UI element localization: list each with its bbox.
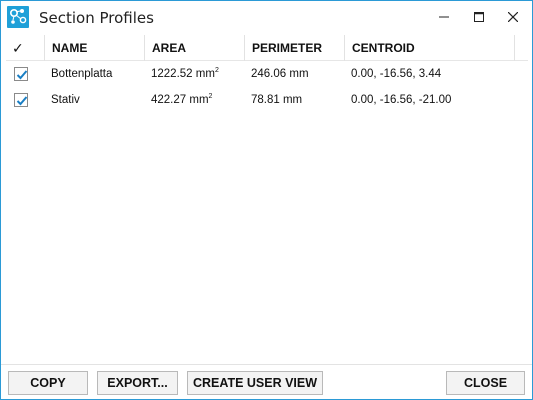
row-area-unit-exponent: 2 (208, 93, 213, 101)
checkmark-icon (16, 70, 28, 80)
column-header-filler (515, 35, 528, 61)
row-name: Bottenplatta (51, 68, 113, 80)
dialog-footer: COPY EXPORT... CREATE USER VIEW CLOSE (1, 364, 532, 399)
table-header: ✓ NAME AREA PERIMETER CENTROID (6, 35, 528, 61)
row-centroid: 0.00, -16.56, -21.00 (351, 94, 452, 106)
copy-button[interactable]: COPY (8, 371, 88, 395)
row-area-value: 1222.52 mm (151, 68, 215, 80)
column-header-area[interactable]: AREA (145, 35, 245, 61)
row-area-unit-exponent: 2 (214, 67, 219, 75)
app-logo-icon (7, 6, 29, 28)
table-row[interactable]: Bottenplatta 1222.52 mm2 246.06 mm 0.00,… (6, 61, 528, 87)
row-name: Stativ (51, 94, 80, 106)
section-profiles-table: ✓ NAME AREA PERIMETER CENTROID Bottenpla… (6, 35, 528, 364)
export-button[interactable]: EXPORT... (97, 371, 178, 395)
section-profiles-window: Section Profiles ✓ NAME AREA PERIMETER C… (0, 0, 533, 400)
create-user-view-button[interactable]: CREATE USER VIEW (187, 371, 323, 395)
row-area-value: 422.27 mm (151, 94, 209, 106)
row-checkbox[interactable] (14, 93, 28, 107)
row-perimeter: 246.06 mm (251, 68, 309, 80)
window-title: Section Profiles (39, 9, 154, 27)
row-check-cell (6, 87, 45, 113)
checkmark-icon (16, 96, 28, 106)
maximize-button[interactable] (464, 5, 494, 29)
column-header-perimeter[interactable]: PERIMETER (245, 35, 345, 61)
column-header-centroid[interactable]: CENTROID (345, 35, 515, 61)
close-button[interactable]: CLOSE (446, 371, 525, 395)
minimize-icon (439, 16, 449, 18)
row-perimeter: 78.81 mm (251, 94, 303, 106)
row-checkbox[interactable] (14, 67, 28, 81)
title-bar[interactable]: Section Profiles (1, 1, 532, 33)
maximize-icon (474, 12, 484, 22)
close-icon (508, 12, 518, 22)
minimize-button[interactable] (429, 5, 459, 29)
column-header-name[interactable]: NAME (45, 35, 145, 61)
row-area: 1222.52 mm2 (145, 61, 245, 87)
row-area: 422.27 mm2 (145, 87, 245, 113)
close-window-button[interactable] (498, 5, 528, 29)
row-centroid: 0.00, -16.56, 3.44 (351, 68, 442, 80)
row-check-cell (6, 61, 45, 87)
table-row[interactable]: Stativ 422.27 mm2 78.81 mm 0.00, -16.56,… (6, 87, 528, 113)
column-header-check[interactable]: ✓ (6, 35, 45, 61)
